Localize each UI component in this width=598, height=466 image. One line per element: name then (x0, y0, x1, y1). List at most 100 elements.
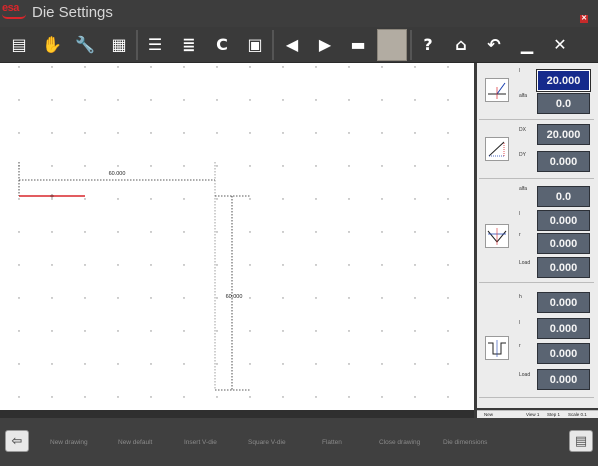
grid-dot (183, 264, 185, 266)
grid-dot (249, 231, 251, 233)
back-button[interactable]: ⇦ (5, 430, 29, 452)
grid-dot (18, 264, 20, 266)
square-l-input[interactable]: 0.000 (537, 318, 590, 339)
document-button[interactable]: ▤ (6, 32, 32, 58)
database-button[interactable]: ≣ (176, 32, 202, 58)
minimize-button[interactable]: ▁ (514, 32, 540, 58)
grid-dot (84, 198, 86, 200)
grid-dot (183, 231, 185, 233)
section-angle: l alfa 20.000 0.0 (479, 65, 594, 120)
grid-dot (249, 99, 251, 101)
c-button[interactable]: C (209, 32, 235, 58)
grid-dot (381, 66, 383, 68)
alfa-input[interactable]: 0.0 (537, 93, 590, 114)
drawing-canvas[interactable]: 60.000 60.000 (0, 63, 474, 410)
grid-dot (216, 132, 218, 134)
grid-dot (51, 198, 53, 200)
grid-dot (18, 99, 20, 101)
pan-button[interactable]: ✋ (39, 32, 65, 58)
calendar-button[interactable]: ▦ (106, 32, 132, 58)
menu-button[interactable]: ▤ (569, 430, 593, 452)
square-r-input[interactable]: 0.000 (537, 343, 590, 364)
grid-dot (216, 363, 218, 365)
label-load: Load (519, 260, 531, 266)
grid-dot (381, 363, 383, 365)
grid-dot (282, 396, 284, 398)
grid-dot (216, 297, 218, 299)
grid-dot (117, 165, 119, 167)
grid-dot (348, 297, 350, 299)
grid-dot (414, 66, 416, 68)
blank-slot-button[interactable] (377, 29, 407, 61)
grid-dot (315, 363, 317, 365)
app-close-button[interactable]: ✕ (580, 15, 588, 23)
grid-dot (183, 99, 185, 101)
grid-dot (117, 396, 119, 398)
layers-button[interactable]: ☰ (142, 32, 168, 58)
close-drawing-button[interactable]: Close drawing (379, 439, 420, 446)
new-default-button[interactable]: New default (118, 439, 152, 446)
new-drawing-button[interactable]: New drawing (50, 439, 88, 446)
grid-dot (183, 132, 185, 134)
v-die-alfa-input[interactable]: 0.0 (537, 186, 590, 207)
v-die-load-input[interactable]: 0.000 (537, 257, 590, 278)
dy-input[interactable]: 0.000 (537, 151, 590, 172)
flatten-button[interactable]: Flatten (322, 439, 342, 446)
grid-dot (216, 99, 218, 101)
grid-dot (84, 132, 86, 134)
grid-dot (117, 363, 119, 365)
length-input[interactable]: 20.000 (536, 69, 591, 92)
status-mode: New (484, 412, 494, 417)
grid-dot (183, 396, 185, 398)
grid-dot (117, 297, 119, 299)
grid-dot (414, 165, 416, 167)
home-button[interactable]: ⌂ (448, 32, 474, 58)
grid-dot (84, 363, 86, 365)
save-button[interactable]: ▣ (242, 32, 268, 58)
grid-dot (150, 363, 152, 365)
insert-v-die-button[interactable]: Insert V-die (184, 439, 217, 446)
undo-button[interactable]: ↶ (481, 32, 507, 58)
close-button[interactable]: ✕ (547, 32, 573, 58)
grid-dot (183, 363, 185, 365)
layers-list-icon: ☰ (147, 35, 163, 54)
grid-dot (447, 297, 449, 299)
previous-button[interactable]: ◀ (279, 32, 305, 58)
grid-dot (183, 330, 185, 332)
grid-dot (315, 198, 317, 200)
card-button[interactable]: ▬ (345, 32, 371, 58)
grid-dot (18, 66, 20, 68)
label-h: h (519, 294, 522, 300)
title-bar: esa Die Settings ✕ (0, 0, 598, 27)
undo-icon: ↶ (487, 35, 501, 54)
esa-logo: esa (2, 3, 26, 23)
label-alfa: alfa (519, 186, 528, 192)
square-v-die-button[interactable]: Square V-die (248, 439, 286, 446)
grid-dot (447, 363, 449, 365)
grid-dot (282, 99, 284, 101)
v-die-r-input[interactable]: 0.000 (537, 233, 590, 254)
grid-dot (282, 132, 284, 134)
grid-dot (414, 363, 416, 365)
next-button[interactable]: ▶ (312, 32, 338, 58)
grid-dot (150, 297, 152, 299)
die-dimensions-button[interactable]: Die dimensions (443, 439, 487, 446)
square-h-input[interactable]: 0.000 (537, 292, 590, 313)
help-button[interactable]: ? (415, 32, 441, 58)
dx-input[interactable]: 20.000 (537, 124, 590, 145)
toolbar: ▤ ✋ 🔧 ▦ ☰ ≣ C ▣ ◀ ▶ ▬ ? ⌂ ↶ ▁ ✕ (0, 27, 598, 63)
hand-icon: ✋ (42, 35, 62, 54)
grid-dot (216, 231, 218, 233)
grid-dot (348, 264, 350, 266)
grid-dot (117, 66, 119, 68)
grid-dot (183, 297, 185, 299)
section-square-die: h l r Load 0.000 0.000 0.000 0.000 (479, 286, 594, 398)
tools-button[interactable]: 🔧 (72, 32, 98, 58)
grid-dot (150, 231, 152, 233)
grid-dot (183, 66, 185, 68)
grid-dot (381, 132, 383, 134)
v-die-l-input[interactable]: 0.000 (537, 210, 590, 231)
square-load-input[interactable]: 0.000 (537, 369, 590, 390)
grid-dot (414, 132, 416, 134)
grid-dot (348, 66, 350, 68)
